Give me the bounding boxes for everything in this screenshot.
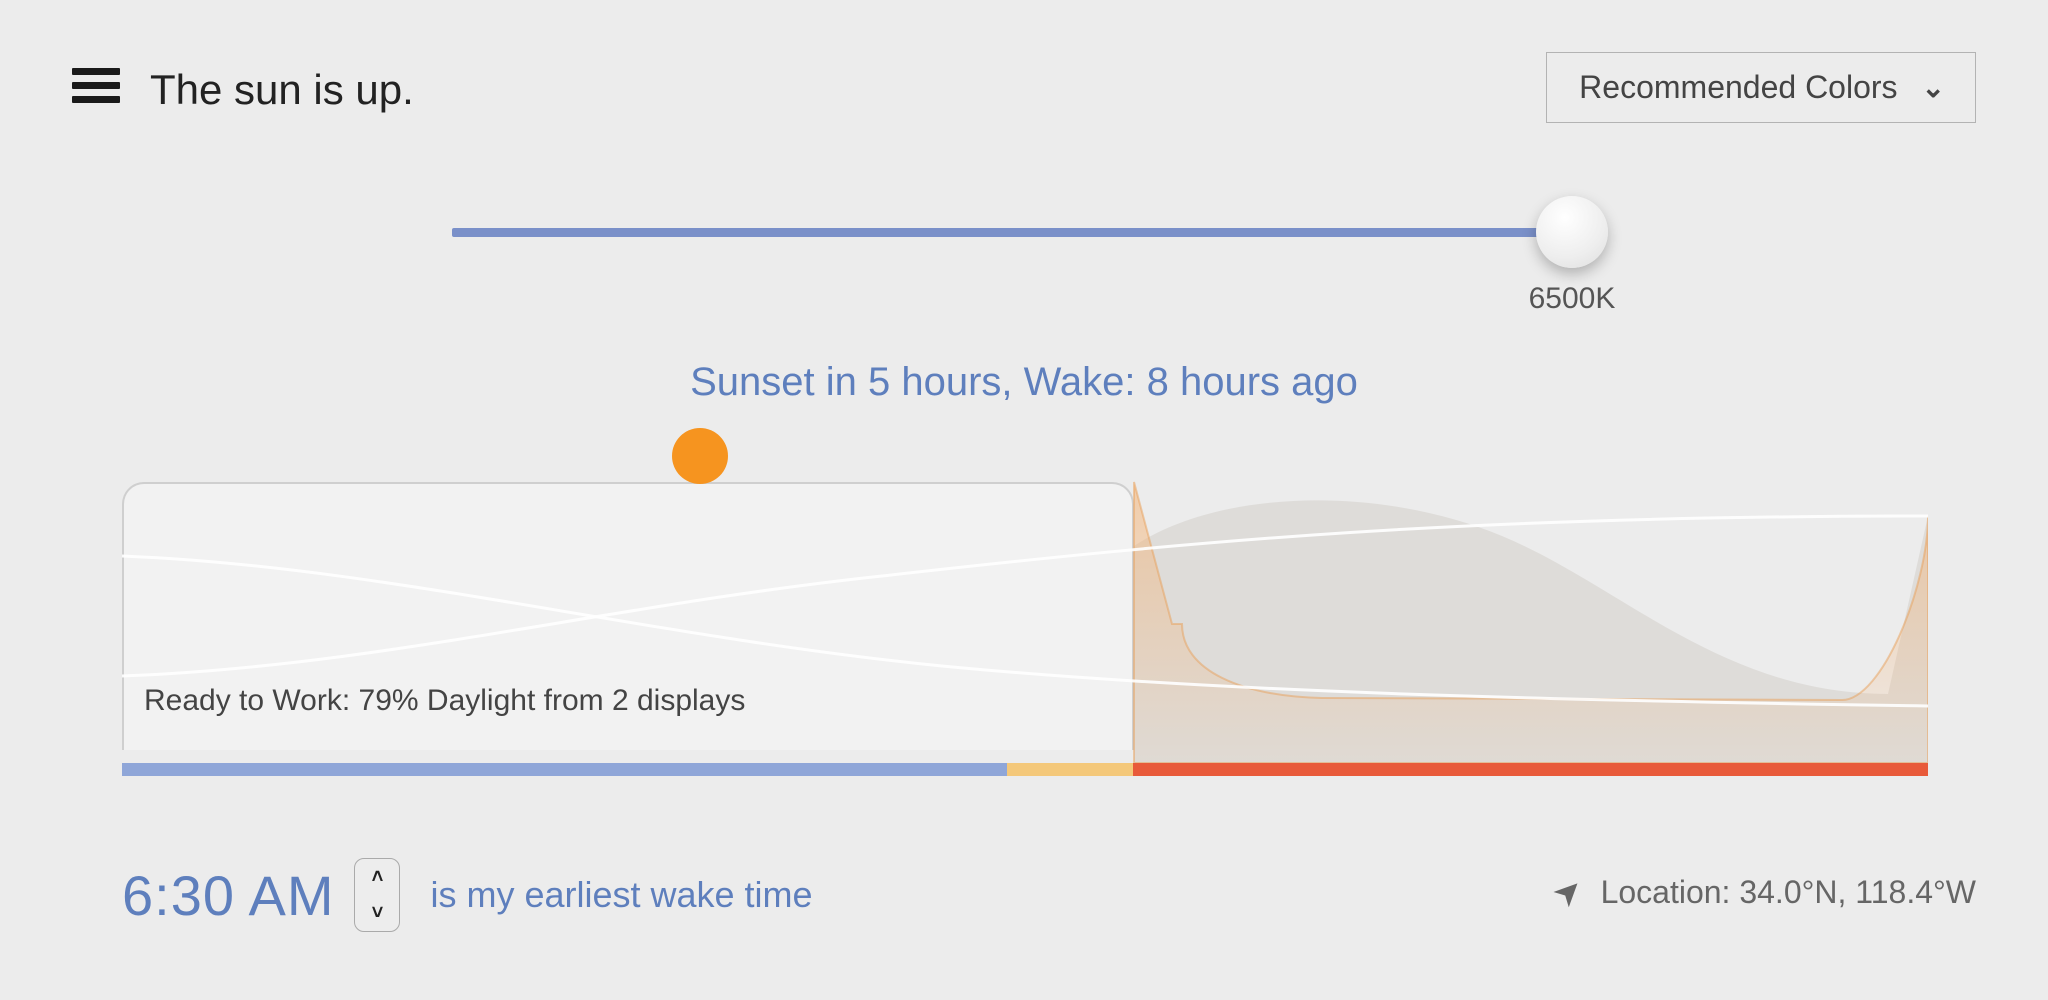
stepper-down-button[interactable]: ˅ [355,895,399,931]
now-marker[interactable] [672,428,728,484]
wake-time-label: is my earliest wake time [430,874,812,916]
band-segment-transition [1007,763,1133,776]
color-preset-label: Recommended Colors [1579,69,1897,106]
location-text: Location: 34.0°N, 118.4°W [1601,874,1976,911]
chevron-down-icon: ⌄ [1922,71,1943,104]
circadian-chart[interactable]: Ready to Work: 79% Daylight from 2 displ… [122,456,1928,776]
stepper-up-button[interactable]: ˄ [355,859,399,895]
band-segment-day [122,763,1007,776]
slider-track [452,228,1572,237]
slider-thumb[interactable] [1536,196,1608,268]
band-segment-night [1133,763,1928,776]
color-temperature-band [122,763,1928,776]
location-row[interactable]: ➤ Location: 34.0°N, 118.4°W [1554,872,1976,912]
daytime-temperature-slider[interactable]: 6500K [452,228,1572,237]
location-arrow-icon: ➤ [1544,868,1592,916]
wake-time-value: 6:30 AM [122,863,334,928]
wake-time-stepper[interactable]: ˄ ˅ [354,858,400,932]
display-status-text: Ready to Work: 79% Daylight from 2 displ… [144,684,745,718]
color-preset-dropdown[interactable]: Recommended Colors ⌄ [1546,52,1976,123]
sun-status-title: The sun is up. [150,66,414,114]
chart-svg [122,456,1928,776]
circadian-status-text: Sunset in 5 hours, Wake: 8 hours ago [0,360,2048,405]
daytime-temperature-value: 6500K [1508,282,1636,316]
menu-icon[interactable] [72,61,120,110]
